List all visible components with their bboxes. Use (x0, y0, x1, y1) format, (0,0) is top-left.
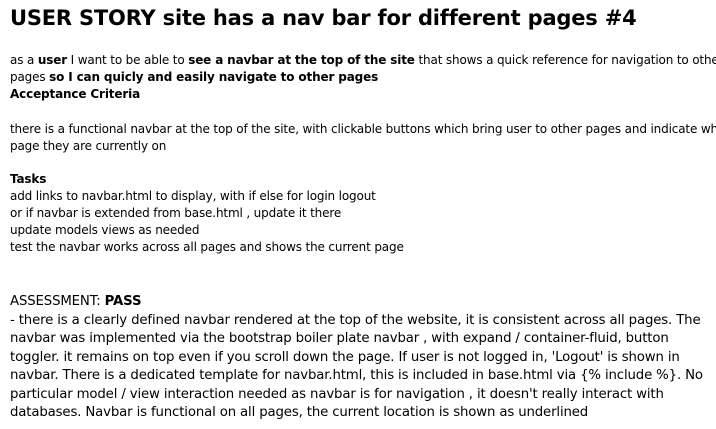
task-item: or if navbar is extended from base.html … (10, 206, 342, 220)
assessment-line: toggler. it remains on top even if you s… (10, 349, 680, 365)
tasks-heading: Tasks (10, 172, 47, 186)
task-item: update models views as needed (10, 223, 200, 237)
assessment-label: ASSESSMENT: (10, 294, 105, 309)
acceptance-line: there is a functional navbar at the top … (10, 122, 716, 136)
assessment-section: ASSESSMENT: PASS - there is a clearly de… (10, 293, 714, 423)
acceptance-criteria-heading: Acceptance Criteria (10, 87, 141, 101)
story-role: user (37, 53, 67, 67)
assessment-line: navbar was implemented via the bootstrap… (10, 331, 669, 346)
task-item: test the navbar works across all pages a… (10, 240, 404, 254)
story-goal: see a navbar at the top of the site (188, 53, 415, 67)
assessment-line: particular model / view interaction need… (10, 386, 664, 402)
assessment-line: databases. Navbar is functional on all p… (10, 405, 589, 420)
assessment-heading: ASSESSMENT: PASS (10, 293, 714, 312)
story-text: as a (10, 53, 38, 67)
assessment-line: navbar. There is a dedicated template fo… (10, 368, 703, 383)
story-text: pages (10, 70, 50, 84)
assessment-result-badge: PASS (104, 294, 142, 309)
task-item: add links to navbar.html to display, wit… (10, 189, 376, 203)
acceptance-line: page they are currently on (10, 139, 167, 153)
user-story-paragraph: as a user I want to be able to see a nav… (10, 52, 716, 103)
user-story-line-1: as a user I want to be able to see a nav… (10, 52, 716, 69)
story-text: that shows a quick reference for navigat… (414, 53, 716, 67)
user-story-line-2: pages so I can quicly and easily navigat… (10, 69, 714, 86)
tasks-section: Tasks add links to navbar.html to displa… (10, 171, 714, 256)
page-title: USER STORY site has a nav bar for differ… (10, 6, 637, 30)
story-benefit: so I can quicly and easily navigate to o… (49, 70, 379, 84)
assessment-line: - there is a clearly defined navbar rend… (10, 312, 701, 328)
story-text: I want to be able to (67, 53, 189, 67)
acceptance-criteria-text: there is a functional navbar at the top … (10, 121, 716, 155)
